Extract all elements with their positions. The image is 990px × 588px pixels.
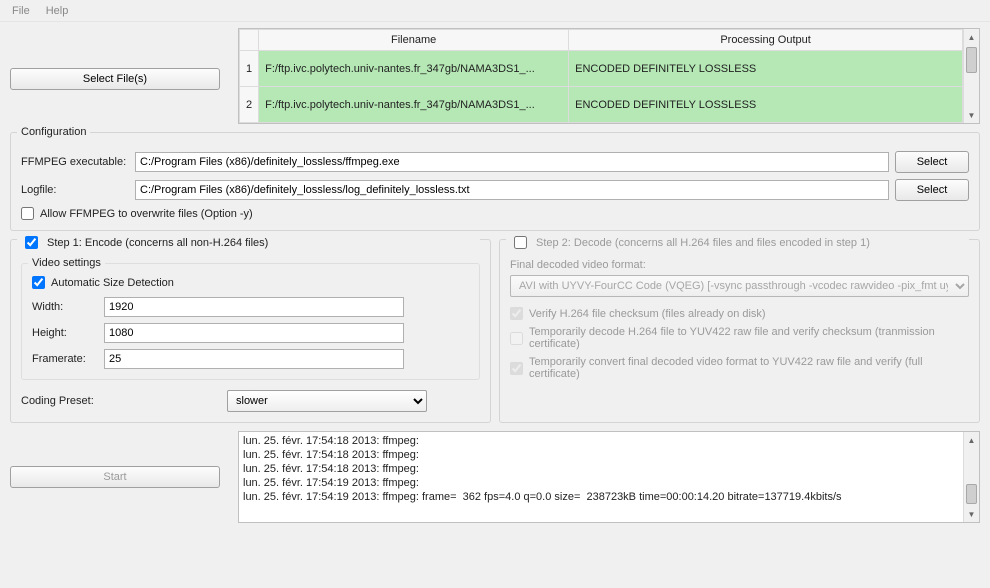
auto-size-checkbox[interactable] [32,276,45,289]
step1-checkbox[interactable] [25,236,38,249]
table-scrollbar[interactable]: ▲ ▼ [963,29,979,123]
step2-group: Step 2: Decode (concerns all H.264 files… [499,239,980,423]
table-corner [240,30,259,51]
height-label: Height: [32,327,98,339]
logfile-path-input[interactable] [135,180,889,200]
final-format-label: Final decoded video format: [510,259,969,271]
verify-checksum-checkbox[interactable] [510,307,523,320]
menu-help[interactable]: Help [38,3,77,19]
log-scrollbar[interactable]: ▲ ▼ [963,432,979,522]
width-input[interactable] [104,297,404,317]
log-output: lun. 25. févr. 17:54:18 2013: ffmpeg: lu… [238,431,980,523]
row-number: 2 [240,87,259,123]
menu-file[interactable]: File [4,3,38,19]
row-number: 1 [240,51,259,87]
ffmpeg-select-button[interactable]: Select [895,151,969,173]
video-settings-group: Video settings Automatic Size Detection … [21,263,480,380]
temp-decode-checkbox[interactable] [510,332,523,345]
logfile-select-button[interactable]: Select [895,179,969,201]
temp-decode-label: Temporarily decode H.264 file to YUV422 … [529,326,969,350]
allow-overwrite-checkbox[interactable] [21,207,34,220]
video-settings-legend: Video settings [28,257,105,269]
scroll-down-icon[interactable]: ▼ [964,506,979,522]
final-format-select[interactable]: AVI with UYVY-FourCC Code (VQEG) [-vsync… [510,275,969,297]
configuration-legend: Configuration [17,126,90,138]
menubar: File Help [0,0,990,22]
log-text[interactable]: lun. 25. févr. 17:54:18 2013: ffmpeg: lu… [239,432,963,522]
framerate-label: Framerate: [32,353,98,365]
temp-convert-checkbox[interactable] [510,362,523,375]
scroll-thumb[interactable] [966,484,977,504]
table-header-output[interactable]: Processing Output [569,30,963,51]
step2-checkbox[interactable] [514,236,527,249]
ffmpeg-path-input[interactable] [135,152,889,172]
allow-overwrite-label: Allow FFMPEG to overwrite files (Option … [40,208,253,220]
step1-group: Step 1: Encode (concerns all non-H.264 f… [10,239,491,423]
step1-title: Step 1: Encode (concerns all non-H.264 f… [47,237,268,249]
coding-preset-select[interactable]: slower [227,390,427,412]
verify-checksum-label: Verify H.264 file checksum (files alread… [529,308,766,320]
cell-filename: F:/ftp.ivc.polytech.univ-nantes.fr_347gb… [259,87,569,123]
temp-convert-label: Temporarily convert final decoded video … [529,356,969,380]
width-label: Width: [32,301,98,313]
framerate-input[interactable] [104,349,404,369]
step2-title: Step 2: Decode (concerns all H.264 files… [536,237,870,249]
scroll-down-icon[interactable]: ▼ [964,107,979,123]
table-row[interactable]: 1 F:/ftp.ivc.polytech.univ-nantes.fr_347… [240,51,963,87]
start-button[interactable]: Start [10,466,220,488]
cell-output: ENCODED DEFINITELY LOSSLESS [569,87,963,123]
ffmpeg-label: FFMPEG executable: [21,156,129,168]
table-row[interactable]: 2 F:/ftp.ivc.polytech.univ-nantes.fr_347… [240,87,963,123]
table-header-filename[interactable]: Filename [259,30,569,51]
scroll-up-icon[interactable]: ▲ [964,29,979,45]
scroll-up-icon[interactable]: ▲ [964,432,979,448]
select-files-button[interactable]: Select File(s) [10,68,220,90]
logfile-label: Logfile: [21,184,129,196]
auto-size-label: Automatic Size Detection [51,277,174,289]
scroll-thumb[interactable] [966,47,977,73]
configuration-group: Configuration FFMPEG executable: Select … [10,132,980,231]
cell-output: ENCODED DEFINITELY LOSSLESS [569,51,963,87]
file-table: Filename Processing Output 1 F:/ftp.ivc.… [238,28,980,124]
height-input[interactable] [104,323,404,343]
cell-filename: F:/ftp.ivc.polytech.univ-nantes.fr_347gb… [259,51,569,87]
coding-preset-label: Coding Preset: [21,395,221,407]
